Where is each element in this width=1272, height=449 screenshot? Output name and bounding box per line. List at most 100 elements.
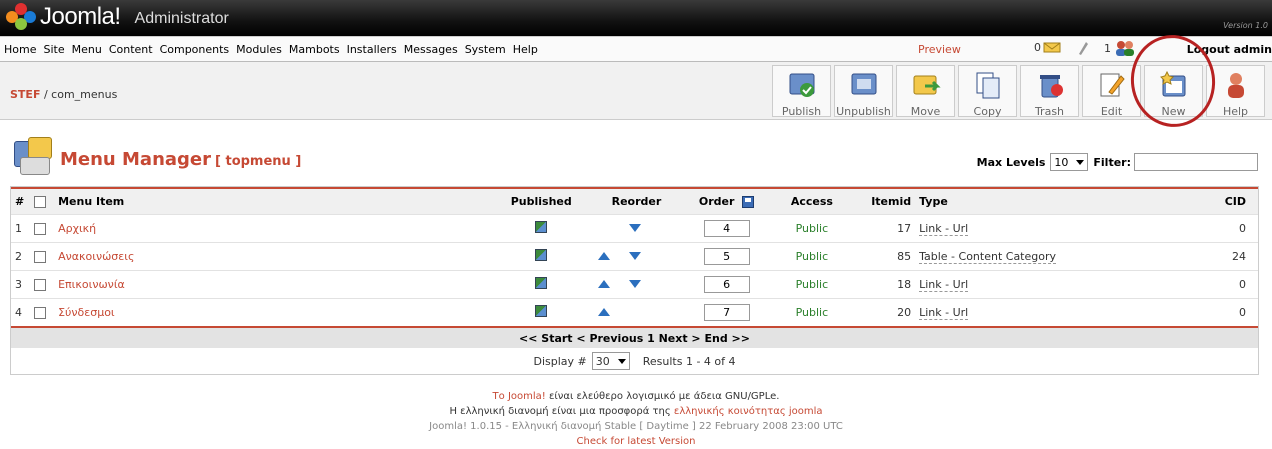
row-cid: 0: [1197, 297, 1258, 326]
check-version-link[interactable]: Check for latest Version: [577, 436, 696, 447]
row-checkbox[interactable]: [34, 250, 47, 263]
main-menubar: Home Site Menu Content Components Module…: [0, 36, 1272, 62]
row-itemid: 85: [856, 241, 918, 270]
page-heading: Menu Manager[ topmenu ]: [12, 135, 301, 179]
row-access[interactable]: Public: [766, 297, 857, 326]
col-menu-item[interactable]: Menu Item: [55, 188, 496, 214]
order-input[interactable]: 7: [703, 303, 750, 321]
col-access: Access: [790, 194, 833, 208]
display-value: 30: [595, 354, 610, 368]
help-button[interactable]: Help: [1206, 65, 1265, 118]
col-select-all: [33, 188, 55, 214]
max-levels-select[interactable]: 10: [1050, 153, 1089, 171]
breadcrumb-site[interactable]: STEF: [10, 88, 40, 101]
chevron-down-icon: [617, 358, 626, 364]
order-input[interactable]: 5: [703, 247, 750, 265]
menu-system[interactable]: System: [461, 43, 509, 56]
row-select-cell: [33, 269, 56, 298]
move-label: Move: [910, 105, 941, 118]
row-reorder-cell: [586, 269, 687, 298]
menu-mambots[interactable]: Mambots: [285, 43, 343, 56]
save-order-icon[interactable]: [742, 195, 755, 208]
filter-label: Filter:: [1093, 155, 1131, 169]
mail-icon: [1043, 42, 1061, 53]
copy-button[interactable]: Copy: [958, 65, 1017, 118]
page-subtitle: [ topmenu ]: [215, 153, 302, 169]
published-icon[interactable]: [535, 276, 548, 289]
move-up-icon[interactable]: [598, 251, 611, 260]
menu-messages[interactable]: Messages: [400, 43, 461, 56]
community-link[interactable]: ελληνικής κοινότητας joomla: [674, 406, 823, 417]
menu-item-link[interactable]: Επικοινωνία: [58, 278, 125, 291]
copy-icon: [976, 72, 999, 99]
menu-content[interactable]: Content: [105, 43, 156, 56]
display-row: Display # 30 Results 1 - 4 of 4: [11, 348, 1258, 374]
table-row: 2 Ανακοινώσεις 5 Public 85 Table - Conte…: [11, 241, 1258, 270]
toolbar-area: STEF / com_menus Publish Unpublish Move …: [0, 62, 1272, 120]
brand-name: Joomla!: [40, 3, 121, 30]
joomla-link[interactable]: Το Joomla!: [493, 391, 546, 402]
trash-button[interactable]: Trash: [1020, 65, 1079, 118]
row-num: 2: [11, 241, 34, 270]
menu-modules[interactable]: Modules: [232, 43, 285, 56]
max-levels-value: 10: [1054, 155, 1069, 169]
help-icon: [1227, 73, 1244, 98]
filter-input[interactable]: [1134, 153, 1258, 171]
menu-help[interactable]: Help: [509, 43, 541, 56]
unpublish-button[interactable]: Unpublish: [834, 65, 893, 118]
row-order-cell: 6: [686, 269, 767, 298]
row-name-cell: Αρχική: [55, 213, 497, 242]
publish-label: Publish: [781, 105, 822, 118]
row-type: Table - Content Category: [919, 249, 1057, 264]
order-input[interactable]: 4: [703, 219, 750, 237]
menu-menu[interactable]: Menu: [68, 43, 105, 56]
menu-home[interactable]: Home: [0, 43, 39, 56]
menu-components[interactable]: Components: [156, 43, 233, 56]
menu-site[interactable]: Site: [39, 43, 67, 56]
move-button[interactable]: Move: [896, 65, 955, 118]
published-icon[interactable]: [535, 248, 548, 261]
row-checkbox[interactable]: [34, 222, 47, 235]
col-reorder: Reorder: [611, 194, 662, 208]
table-header-row: # Menu Item Published Reorder Order Acce…: [11, 188, 1258, 214]
breadcrumb-path: / com_menus: [40, 88, 118, 101]
row-checkbox[interactable]: [34, 306, 47, 319]
menu-item-link[interactable]: Ανακοινώσεις: [58, 250, 134, 263]
max-levels-label: Max Levels: [976, 155, 1046, 169]
edit-label: Edit: [1100, 105, 1123, 118]
page-footer: Το Joomla! είναι ελεύθερο λογισμικό με ά…: [0, 389, 1272, 449]
row-checkbox[interactable]: [34, 278, 47, 291]
move-down-icon[interactable]: [629, 251, 642, 260]
users-status[interactable]: 1: [1104, 40, 1136, 56]
messages-status[interactable]: 0: [1034, 40, 1063, 54]
row-access[interactable]: Public: [766, 213, 857, 242]
menu-installers[interactable]: Installers: [343, 43, 400, 56]
row-name-cell: Επικοινωνία: [55, 269, 497, 298]
move-up-icon[interactable]: [598, 279, 611, 288]
publish-button[interactable]: Publish: [772, 65, 831, 118]
move-up-icon[interactable]: [598, 307, 611, 316]
table-row: 3 Επικοινωνία 6 Public 18 Link - Url 0: [11, 269, 1258, 298]
select-all-checkbox[interactable]: [34, 195, 47, 208]
published-icon[interactable]: [535, 304, 548, 317]
published-icon[interactable]: [535, 220, 548, 233]
move-down-icon[interactable]: [629, 223, 642, 232]
menu-item-link[interactable]: Σύνδεσμοι: [58, 306, 115, 319]
menu-item-link[interactable]: Αρχική: [58, 222, 96, 235]
preview-link[interactable]: Preview: [918, 43, 961, 56]
users-online-count: 1: [1104, 41, 1111, 55]
row-access[interactable]: Public: [766, 241, 857, 270]
display-select[interactable]: 30: [591, 352, 630, 370]
footer-version: Joomla! 1.0.15 - Ελληνική διανομή Stable…: [429, 421, 843, 432]
row-published-cell: [496, 213, 587, 242]
menu-items-table: # Menu Item Published Reorder Order Acce…: [10, 186, 1259, 375]
row-cid: 24: [1197, 241, 1258, 270]
pagination[interactable]: << Start < Previous 1 Next > End >>: [11, 326, 1258, 348]
joomla-logo: Joomla! Administrator: [6, 3, 229, 31]
page-title: Menu Manager: [60, 148, 212, 170]
row-cid: 0: [1197, 213, 1258, 242]
move-down-icon[interactable]: [629, 279, 642, 288]
move-icon: [913, 75, 941, 95]
order-input[interactable]: 6: [703, 275, 750, 293]
row-access[interactable]: Public: [766, 269, 857, 298]
